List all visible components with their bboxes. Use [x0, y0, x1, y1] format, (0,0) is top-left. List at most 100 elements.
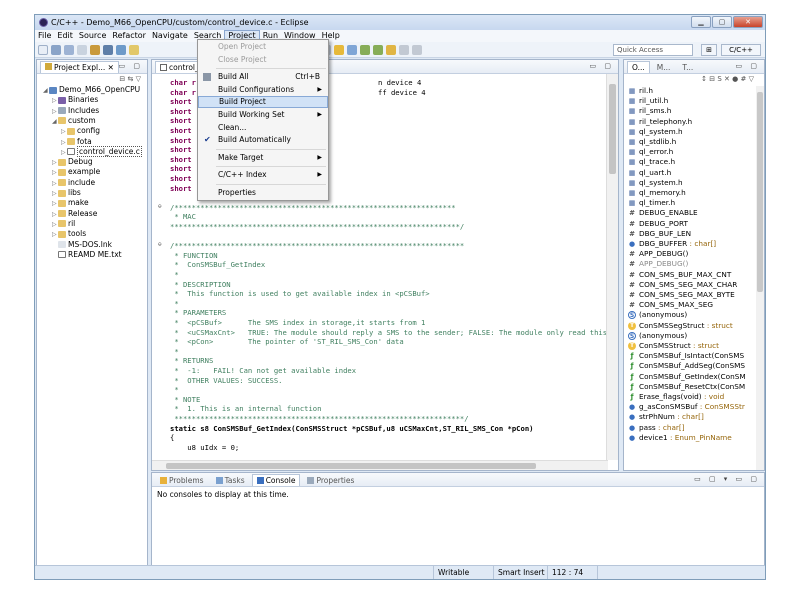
- pin-icon[interactable]: [412, 44, 422, 55]
- tree-item[interactable]: ▷ Binaries: [52, 95, 98, 105]
- tree-item[interactable]: ◢ Demo_M66_OpenCPU: [43, 85, 140, 95]
- menu-item-build-project[interactable]: Build Project: [198, 96, 328, 109]
- back-icon[interactable]: [386, 44, 396, 55]
- tree-item[interactable]: ▷ control_device.c: [61, 145, 142, 157]
- menu-item-build-working-set[interactable]: Build Working Set ▶: [198, 109, 328, 121]
- outline-item[interactable]: # DBG_BUF_LEN: [628, 229, 691, 239]
- group-icon[interactable]: ●: [732, 75, 738, 83]
- menu-item-build-all[interactable]: Build All Ctrl+B: [198, 71, 328, 83]
- new-icon[interactable]: [38, 44, 48, 55]
- tab-outline-1[interactable]: M...: [652, 61, 676, 73]
- fold-toggle-icon[interactable]: ⊖: [158, 241, 166, 249]
- menu-file[interactable]: File: [35, 30, 54, 42]
- open-perspective-button[interactable]: ⊞: [701, 44, 717, 56]
- horizontal-scroll-thumb[interactable]: [166, 463, 536, 469]
- build-icon[interactable]: [90, 44, 100, 55]
- menu-refactor[interactable]: Refactor: [109, 30, 149, 42]
- hide-non-public-icon[interactable]: ✕: [724, 75, 730, 83]
- outline-item[interactable]: ▦ ql_system.h: [628, 127, 683, 137]
- outline-item[interactable]: ƒ ConSMSBuf_ResetCtx(ConSM: [628, 382, 745, 392]
- outline-item[interactable]: ▦ ril_util.h: [628, 96, 669, 106]
- view-controls[interactable]: ▭ ▢: [119, 62, 143, 70]
- tree-item[interactable]: ▷ Release: [52, 209, 97, 219]
- annotation-icon[interactable]: [334, 44, 344, 55]
- tree-item[interactable]: ◢ custom: [52, 116, 96, 126]
- outline-item[interactable]: # DEBUG_ENABLE: [628, 208, 698, 218]
- tab-tasks[interactable]: Tasks: [211, 474, 250, 486]
- menu-item-build-automatically[interactable]: Build Automatically ✔: [198, 134, 328, 146]
- tree-item[interactable]: ▷ Debug: [52, 157, 93, 167]
- outline-item[interactable]: ƒ ConSMSBuf_AddSeg(ConSMS: [628, 361, 745, 371]
- outline-menu-icon[interactable]: ▽: [749, 75, 754, 83]
- outline-item[interactable]: ▦ ql_memory.h: [628, 188, 686, 198]
- outline-item[interactable]: ● g_asConSMSBuf : ConSMSStr: [628, 402, 745, 412]
- outline-item[interactable]: ƒ Erase_flags(void) : void: [628, 392, 724, 402]
- outline-item[interactable]: ▦ ql_system.h: [628, 178, 683, 188]
- menu-item-c-c-index[interactable]: C/C++ Index ▶: [198, 169, 328, 181]
- tab-console[interactable]: Console: [251, 473, 301, 486]
- outline-item[interactable]: ● device1 : Enum_PinName: [628, 433, 732, 443]
- outline-item[interactable]: ▦ ql_uart.h: [628, 168, 672, 178]
- menu-edit[interactable]: Edit: [54, 30, 76, 42]
- prev-annotation-icon[interactable]: [373, 44, 383, 55]
- save-all-icon[interactable]: [64, 44, 74, 55]
- outline-item[interactable]: T ConSMSStruct : struct: [628, 341, 719, 351]
- tree-item[interactable]: ▷ config: [61, 126, 100, 136]
- new-folder-icon[interactable]: [129, 44, 139, 55]
- tree-item[interactable]: MS-DOS.lnk: [52, 240, 112, 250]
- outline-item[interactable]: # CON_SMS_SEG_MAX_BYTE: [628, 290, 735, 300]
- editor-view-controls[interactable]: ▭ ▢: [590, 62, 614, 70]
- menu-item-make-target[interactable]: Make Target ▶: [198, 152, 328, 164]
- tab-outline-0[interactable]: O...: [627, 60, 650, 73]
- title-bar[interactable]: C/C++ - Demo_M66_OpenCPU/custom/control_…: [35, 15, 765, 30]
- forward-icon[interactable]: [399, 44, 409, 55]
- menu-source[interactable]: Source: [76, 30, 109, 42]
- outline-item[interactable]: ƒ ConSMSBuf_GetIndex(ConSM: [628, 372, 745, 382]
- outline-item[interactable]: ▦ ril.h: [628, 86, 653, 96]
- tree-item[interactable]: ▷ libs: [52, 188, 81, 198]
- tab-properties[interactable]: Properties: [302, 474, 359, 486]
- outline-item[interactable]: # CON_SMS_BUF_MAX_CNT: [628, 270, 731, 280]
- tree-item[interactable]: ▷ tools: [52, 229, 86, 239]
- outline-item[interactable]: # CON_SMS_SEG_MAX_CHAR: [628, 280, 737, 290]
- outline-item[interactable]: ▦ ql_timer.h: [628, 198, 675, 208]
- close-button[interactable]: ✕: [733, 16, 763, 28]
- outline-scroll-thumb[interactable]: [757, 92, 763, 292]
- console-view-controls[interactable]: ▭ ▢ ▾ ▭ ▢: [694, 475, 760, 483]
- menu-item-build-configurations[interactable]: Build Configurations ▶: [198, 84, 328, 96]
- outline-item[interactable]: # DEBUG_PORT: [628, 219, 688, 229]
- tab-project-explorer[interactable]: Project Expl... ✕: [40, 60, 119, 73]
- hide-fields-icon[interactable]: ⊟: [709, 75, 715, 83]
- outline-item[interactable]: ● strPhNum : char[]: [628, 412, 704, 422]
- tree-item[interactable]: REAMD ME.txt: [52, 250, 122, 260]
- fold-toggle-icon[interactable]: ⊖: [158, 203, 166, 211]
- tree-item[interactable]: ▷ example: [52, 167, 100, 177]
- save-icon[interactable]: [51, 44, 61, 55]
- new-c-project-icon[interactable]: [116, 44, 126, 55]
- outline-view-controls[interactable]: ▭ ▢: [736, 62, 760, 70]
- hide-static-icon[interactable]: S: [717, 75, 721, 83]
- outline-item[interactable]: # CON_SMS_MAX_SEG: [628, 300, 713, 310]
- tree-item[interactable]: ▷ make: [52, 198, 89, 208]
- print-icon[interactable]: [77, 44, 87, 55]
- menu-item-properties[interactable]: Properties: [198, 187, 328, 199]
- tree-item[interactable]: ▷ include: [52, 178, 95, 188]
- toggle-mark-icon[interactable]: [347, 44, 357, 55]
- quick-access-input[interactable]: Quick Access: [613, 44, 693, 56]
- outline-item[interactable]: # APP_DEBUG(): [628, 249, 688, 259]
- editor-horizontal-scrollbar[interactable]: [152, 460, 608, 470]
- link-editor-icon[interactable]: ⇆: [128, 75, 134, 83]
- outline-item[interactable]: ● pass : char[]: [628, 423, 685, 433]
- perspective-cpp-button[interactable]: C/C++: [721, 44, 761, 56]
- outline-item[interactable]: ▦ ql_trace.h: [628, 157, 675, 167]
- view-menu-icon[interactable]: ▽: [136, 75, 141, 83]
- outline-item[interactable]: T ConSMSSegStruct : struct: [628, 321, 733, 331]
- outline-item[interactable]: ▦ ql_error.h: [628, 147, 674, 157]
- outline-item[interactable]: S (anonymous): [628, 310, 687, 320]
- outline-item[interactable]: ▦ ql_stdlib.h: [628, 137, 677, 147]
- outline-item[interactable]: ▦ ril_telephony.h: [628, 117, 692, 127]
- sort-icon[interactable]: ↕: [701, 75, 707, 83]
- menu-navigate[interactable]: Navigate: [149, 30, 191, 42]
- collapse-all-icon[interactable]: ⊟: [119, 75, 125, 83]
- debug-icon[interactable]: [103, 44, 113, 55]
